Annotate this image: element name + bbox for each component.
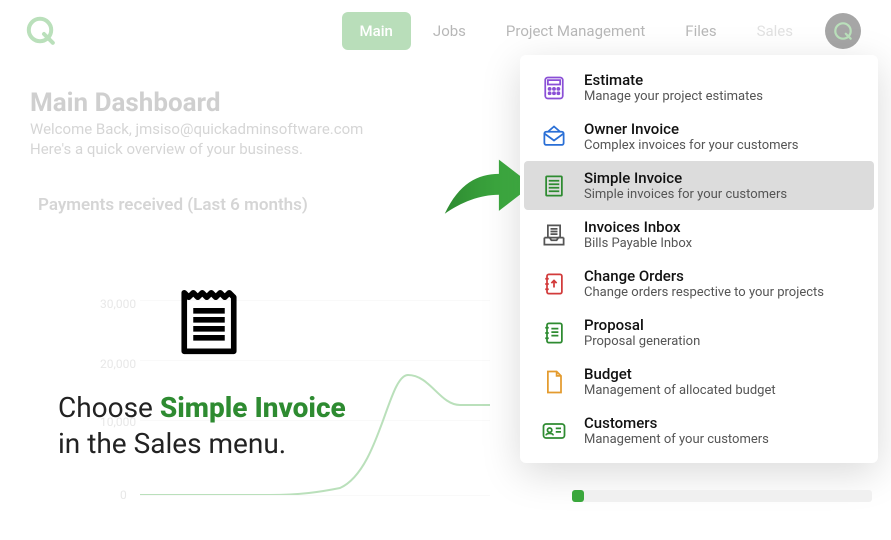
dropdown-item-sub: Management of allocated budget xyxy=(584,383,776,398)
dropdown-item-label: Budget xyxy=(584,365,776,383)
sales-dropdown: EstimateManage your project estimates Ow… xyxy=(520,55,878,463)
calculator-icon xyxy=(538,72,570,104)
dropdown-item-sub: Proposal generation xyxy=(584,334,700,349)
dropdown-item-sub: Change orders respective to your project… xyxy=(584,285,824,300)
dropdown-item-sub: Simple invoices for your customers xyxy=(584,187,787,202)
dropdown-item-simple-invoice[interactable]: Simple InvoiceSimple invoices for your c… xyxy=(524,161,874,210)
dropdown-item-sub: Bills Payable Inbox xyxy=(584,236,692,251)
progress-bar xyxy=(572,490,872,502)
invoice-icon xyxy=(538,170,570,202)
dropdown-item-change-orders[interactable]: Change OrdersChange orders respective to… xyxy=(524,259,874,308)
inbox-icon xyxy=(538,219,570,251)
dropdown-item-proposal[interactable]: ProposalProposal generation xyxy=(524,308,874,357)
envelope-icon xyxy=(538,121,570,153)
dropdown-item-label: Invoices Inbox xyxy=(584,218,692,236)
notebook-icon xyxy=(538,268,570,300)
dropdown-item-owner-invoice[interactable]: Owner InvoiceComplex invoices for your c… xyxy=(524,112,874,161)
dropdown-item-sub: Management of your customers xyxy=(584,432,769,447)
dropdown-item-sub: Complex invoices for your customers xyxy=(584,138,799,153)
id-card-icon xyxy=(538,415,570,447)
dropdown-item-label: Change Orders xyxy=(584,267,824,285)
dropdown-item-label: Estimate xyxy=(584,71,763,89)
dropdown-item-budget[interactable]: BudgetManagement of allocated budget xyxy=(524,357,874,406)
dropdown-item-label: Owner Invoice xyxy=(584,120,799,138)
file-icon xyxy=(538,366,570,398)
dropdown-item-label: Proposal xyxy=(584,316,700,334)
dropdown-item-label: Customers xyxy=(584,414,769,432)
dropdown-item-invoices-inbox[interactable]: Invoices InboxBills Payable Inbox xyxy=(524,210,874,259)
dropdown-item-estimate[interactable]: EstimateManage your project estimates xyxy=(524,63,874,112)
dropdown-item-sub: Manage your project estimates xyxy=(584,89,763,104)
dropdown-item-customers[interactable]: CustomersManagement of your customers xyxy=(524,406,874,455)
document-icon xyxy=(538,317,570,349)
dropdown-item-label: Simple Invoice xyxy=(584,169,787,187)
